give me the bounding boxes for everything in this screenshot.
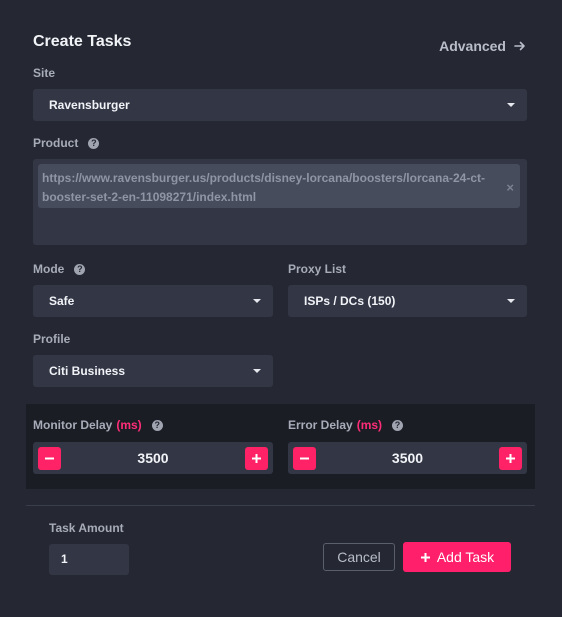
profile-value: Citi Business xyxy=(49,364,126,378)
help-icon[interactable]: ? xyxy=(392,419,404,431)
advanced-link[interactable]: Advanced xyxy=(439,38,526,54)
site-label-text: Site xyxy=(33,66,56,80)
help-icon[interactable]: ? xyxy=(88,137,100,149)
error-delay-decrement-button[interactable] xyxy=(293,447,316,470)
monitor-delay-unit: (ms) xyxy=(116,418,142,432)
divider xyxy=(26,505,535,506)
product-url: https://www.ravensburger.us/products/dis… xyxy=(42,171,485,204)
profile-select[interactable]: Citi Business xyxy=(33,355,273,387)
monitor-delay-input[interactable]: 3500 xyxy=(63,442,243,474)
add-task-button[interactable]: Add Task xyxy=(403,542,511,572)
proxy-label-text: Proxy List xyxy=(288,262,347,276)
product-label-text: Product xyxy=(33,136,79,150)
cancel-button[interactable]: Cancel xyxy=(323,543,395,571)
plus-icon xyxy=(420,552,430,562)
product-input[interactable]: https://www.ravensburger.us/products/dis… xyxy=(33,159,527,245)
monitor-delay-decrement-button[interactable] xyxy=(38,447,61,470)
plus-icon xyxy=(506,454,515,463)
mode-label-text: Mode xyxy=(33,262,65,276)
help-icon[interactable]: ? xyxy=(74,263,86,275)
task-amount-label-text: Task Amount xyxy=(49,521,124,535)
site-select[interactable]: Ravensburger xyxy=(33,89,527,121)
error-delay-unit: (ms) xyxy=(356,418,383,432)
error-delay-label-text: Error Delay xyxy=(288,418,353,432)
add-task-label: Add Task xyxy=(436,549,495,565)
monitor-delay-label: Monitor Delay (ms) ? xyxy=(33,418,163,432)
error-delay-increment-button[interactable] xyxy=(499,447,522,470)
product-url-chip: https://www.ravensburger.us/products/dis… xyxy=(38,164,520,208)
arrow-right-icon xyxy=(514,41,525,51)
error-delay-stepper: 3500 xyxy=(288,442,527,474)
mode-select[interactable]: Safe xyxy=(33,285,273,317)
modal-title: Create Tasks xyxy=(33,33,132,50)
chevron-down-icon xyxy=(253,369,261,373)
error-delay-label: Error Delay (ms) ? xyxy=(288,418,404,432)
task-amount-input[interactable]: 1 xyxy=(49,544,129,575)
help-icon[interactable]: ? xyxy=(151,419,163,431)
proxy-value: ISPs / DCs (150) xyxy=(304,294,396,308)
chevron-down-icon xyxy=(507,103,515,107)
proxy-select[interactable]: ISPs / DCs (150) xyxy=(288,285,527,317)
advanced-label: Advanced xyxy=(439,38,506,54)
monitor-delay-stepper: 3500 xyxy=(33,442,273,474)
monitor-delay-increment-button[interactable] xyxy=(245,447,268,470)
minus-icon xyxy=(300,457,309,460)
task-amount-label: Task Amount xyxy=(49,521,124,535)
create-tasks-modal: Create Tasks Advanced Site Ravensburger … xyxy=(0,0,562,617)
profile-label: Profile xyxy=(33,332,70,346)
profile-label-text: Profile xyxy=(33,332,71,346)
site-value: Ravensburger xyxy=(49,98,130,112)
mode-label: Mode ? xyxy=(33,262,86,276)
proxy-label: Proxy List xyxy=(288,262,346,276)
chevron-down-icon xyxy=(253,299,261,303)
close-icon[interactable]: × xyxy=(506,178,514,197)
monitor-delay-label-text: Monitor Delay xyxy=(33,418,113,432)
minus-icon xyxy=(45,457,54,460)
error-delay-input[interactable]: 3500 xyxy=(318,442,497,474)
plus-icon xyxy=(252,454,261,463)
mode-value: Safe xyxy=(49,294,75,308)
product-label: Product ? xyxy=(33,136,100,150)
site-label: Site xyxy=(33,66,55,80)
chevron-down-icon xyxy=(507,299,515,303)
